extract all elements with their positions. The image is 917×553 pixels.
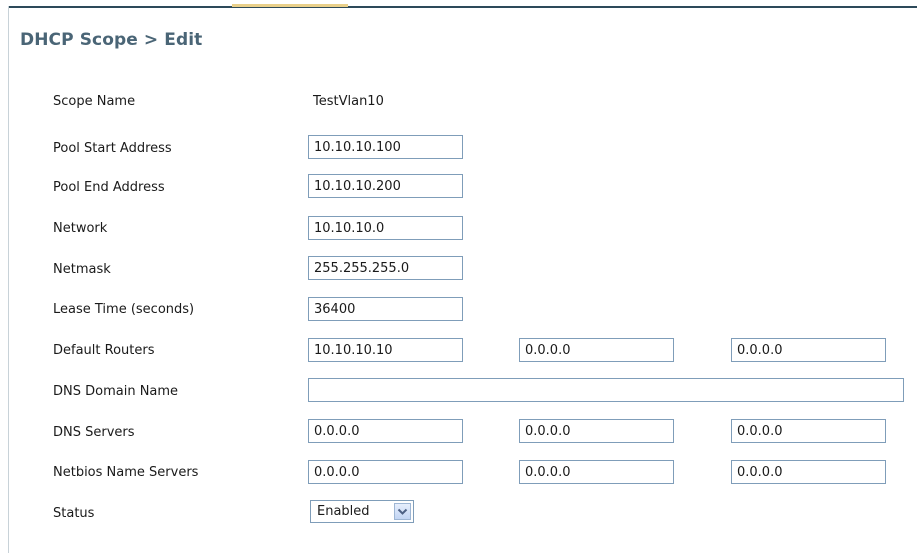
pool-start-input[interactable] <box>308 135 463 159</box>
netbios-server-input-3[interactable] <box>731 460 886 484</box>
dhcp-scope-edit-page: DHCP Scope > Edit Scope Name TestVlan10 … <box>0 0 917 553</box>
dns-domain-name-label: DNS Domain Name <box>53 384 179 399</box>
network-label: Network <box>53 221 108 236</box>
netmask-input[interactable] <box>308 256 463 280</box>
pool-end-label: Pool End Address <box>53 180 165 195</box>
pool-end-input[interactable] <box>308 174 463 198</box>
scope-name-label: Scope Name <box>53 94 136 109</box>
netbios-servers-label: Netbios Name Servers <box>53 465 199 480</box>
netbios-server-input-1[interactable] <box>308 460 463 484</box>
dns-server-input-1[interactable] <box>308 419 463 443</box>
status-select[interactable]: Enabled <box>310 500 414 523</box>
pool-start-label: Pool Start Address <box>53 141 172 156</box>
scope-name-value: TestVlan10 <box>313 94 384 109</box>
lease-time-label: Lease Time (seconds) <box>53 302 195 317</box>
default-router-input-2[interactable] <box>519 338 674 362</box>
frame-top-border <box>8 6 917 8</box>
netbios-server-input-2[interactable] <box>519 460 674 484</box>
chevron-down-icon[interactable] <box>394 503 411 520</box>
default-routers-label: Default Routers <box>53 343 155 358</box>
network-input[interactable] <box>308 216 463 240</box>
status-label: Status <box>53 506 95 521</box>
lease-time-input[interactable] <box>308 297 463 321</box>
status-selected-value: Enabled <box>317 504 370 519</box>
dns-server-input-3[interactable] <box>731 419 886 443</box>
default-router-input-3[interactable] <box>731 338 886 362</box>
netmask-label: Netmask <box>53 262 111 277</box>
frame-left-border <box>8 6 9 553</box>
default-router-input-1[interactable] <box>308 338 463 362</box>
dns-domain-name-input[interactable] <box>308 378 904 402</box>
page-title: DHCP Scope > Edit <box>20 30 203 50</box>
dns-servers-label: DNS Servers <box>53 425 135 440</box>
dns-server-input-2[interactable] <box>519 419 674 443</box>
frame-top-accent <box>232 4 348 7</box>
